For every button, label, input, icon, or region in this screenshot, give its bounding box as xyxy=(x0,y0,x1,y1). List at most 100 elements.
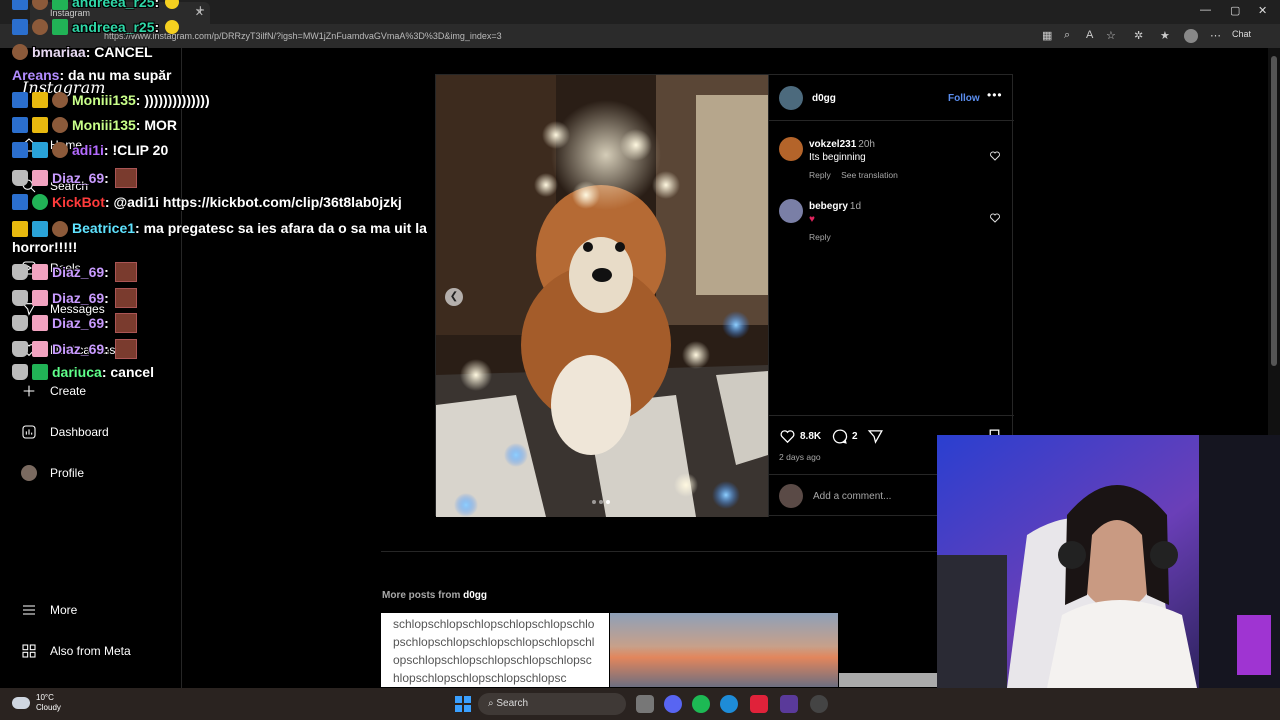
comment-time: 20h xyxy=(858,139,875,150)
more-post-thumbnail[interactable]: schlopschlopschlopschlopschlopschlopschl… xyxy=(381,613,609,687)
extensions-icon[interactable]: ✲ xyxy=(1134,29,1143,42)
author-avatar[interactable] xyxy=(779,86,803,110)
add-comment-input[interactable]: Add a comment... xyxy=(813,491,891,502)
gift-badge-icon xyxy=(32,290,48,306)
chat-message: Diaz_69: xyxy=(12,288,137,308)
settings-more-icon[interactable]: ⋯ xyxy=(1210,29,1221,42)
cloud-icon xyxy=(12,697,30,709)
share-button[interactable] xyxy=(867,428,888,445)
chat-text: !CLIP 20 xyxy=(112,142,169,158)
chat-username[interactable]: Beatrice1 xyxy=(72,220,135,236)
chat-username[interactable]: andreea_r25 xyxy=(72,0,155,10)
more-options-icon[interactable]: ••• xyxy=(987,88,1003,102)
weather-widget[interactable]: 10°C Cloudy xyxy=(12,693,61,713)
cup-badge-icon xyxy=(12,315,28,331)
verified-check-icon xyxy=(32,194,48,210)
url-field[interactable]: https://www.instagram.com/p/DRRzyT3ilfN/… xyxy=(56,27,1036,45)
copilot-chat-button[interactable]: Chat xyxy=(1232,29,1251,39)
moderator-badge-icon xyxy=(12,19,28,35)
taskbar-search[interactable]: ⌕ Search xyxy=(478,693,626,715)
windows-start-icon[interactable] xyxy=(455,696,471,712)
chat-username[interactable]: Diaz_69 xyxy=(52,341,104,357)
spotify-icon[interactable] xyxy=(692,695,710,713)
more-post-thumbnail-partial[interactable] xyxy=(839,673,937,687)
moderator-badge-icon xyxy=(12,117,28,133)
carousel-dots xyxy=(592,500,610,504)
chat-username[interactable]: KickBot xyxy=(52,194,105,210)
verified-badge-icon xyxy=(32,221,48,238)
comment-username[interactable]: bebegry xyxy=(809,201,848,212)
chat-username[interactable]: bmariaa xyxy=(32,44,86,60)
chat-message: andreea_r25: xyxy=(12,0,180,10)
chat-username[interactable]: Diaz_69 xyxy=(52,290,104,306)
streamer-webcam xyxy=(937,435,1280,688)
more-posts-user[interactable]: d0gg xyxy=(463,590,487,601)
crown-badge-icon xyxy=(32,117,48,133)
app-icon[interactable]: ▦ xyxy=(1042,29,1052,42)
file-explorer-icon[interactable] xyxy=(636,695,654,713)
chat-message: andreea_r25: xyxy=(12,19,180,35)
favorite-icon[interactable]: ☆ xyxy=(1106,29,1116,42)
discord-icon[interactable] xyxy=(664,695,682,713)
reply-button[interactable]: Reply xyxy=(809,232,831,242)
post-photo[interactable]: ❮ xyxy=(436,75,768,517)
comment-username[interactable]: vokzel231 xyxy=(809,139,856,150)
sidebar-item-more[interactable]: More xyxy=(20,601,77,619)
subscriber-badge-icon xyxy=(32,0,48,10)
minimize-icon[interactable]: — xyxy=(1200,4,1211,16)
sidebar-item-create[interactable]: Create xyxy=(20,382,86,400)
chat-username[interactable]: andreea_r25 xyxy=(72,19,155,35)
comment-actions: Reply See translation xyxy=(809,170,906,180)
chat-message: bmariaa: CANCEL xyxy=(12,44,153,60)
favorites-icon[interactable]: ★ xyxy=(1160,29,1170,42)
comment-author[interactable]: bebegry 1d xyxy=(809,201,861,212)
sidebar-item-profile[interactable]: Profile xyxy=(20,464,84,482)
comment-count: 2 xyxy=(852,431,858,442)
sidebar-item-also-from-meta[interactable]: Also from Meta xyxy=(20,642,131,660)
twitch-icon[interactable] xyxy=(780,695,798,713)
chat-username[interactable]: adi1i xyxy=(72,142,104,158)
app-red-icon[interactable] xyxy=(750,695,768,713)
chat-text: @adi1i https://kickbot.com/clip/36t8lab0… xyxy=(113,194,402,210)
see-translation-button[interactable]: See translation xyxy=(841,170,898,180)
sidebar-item-dashboard[interactable]: Dashboard xyxy=(20,423,109,441)
carousel-prev-button[interactable]: ❮ xyxy=(445,288,463,306)
new-tab-icon[interactable]: + xyxy=(196,2,205,19)
scroll-thumb[interactable] xyxy=(1271,56,1277,366)
zoom-icon[interactable]: ⌕ xyxy=(1064,29,1070,42)
more-post-thumbnail-sky[interactable] xyxy=(610,613,838,687)
comment-time: 1d xyxy=(849,201,862,212)
cup-badge-icon xyxy=(12,264,28,280)
comment-button[interactable]: 2 xyxy=(831,428,858,445)
commenter-avatar[interactable] xyxy=(779,199,803,223)
like-button[interactable]: 8.8K xyxy=(779,428,821,445)
chat-message: Diaz_69: xyxy=(12,168,137,188)
chat-username[interactable]: Diaz_69 xyxy=(52,315,104,331)
gift-badge-icon xyxy=(32,341,48,357)
comment-author[interactable]: vokzel231 20h xyxy=(809,139,875,150)
browser-profile-avatar[interactable] xyxy=(1184,29,1198,43)
close-window-icon[interactable]: ✕ xyxy=(1258,4,1267,17)
chat-message: KickBot: @adi1i https://kickbot.com/clip… xyxy=(12,194,402,210)
like-comment-icon[interactable] xyxy=(989,149,1001,167)
like-comment-icon[interactable] xyxy=(989,211,1001,229)
follow-button[interactable]: Follow xyxy=(948,93,980,104)
maximize-icon[interactable]: ▢ xyxy=(1230,4,1240,17)
chat-username[interactable]: Moniii135 xyxy=(72,92,136,108)
comment-actions: Reply xyxy=(809,232,839,242)
author-username[interactable]: d0gg xyxy=(812,93,836,104)
comment-icon xyxy=(832,429,848,444)
read-aloud-icon[interactable]: A xyxy=(1086,29,1093,41)
cup-badge-icon xyxy=(12,170,28,186)
commenter-avatar[interactable] xyxy=(779,137,803,161)
profile-avatar-icon xyxy=(20,464,38,482)
chat-username[interactable]: Moniii135 xyxy=(72,117,136,133)
edge-icon[interactable] xyxy=(720,695,738,713)
chat-username[interactable]: Diaz_69 xyxy=(52,170,104,186)
obs-icon[interactable] xyxy=(810,695,828,713)
reply-button[interactable]: Reply xyxy=(809,170,831,180)
chat-username[interactable]: Diaz_69 xyxy=(52,264,104,280)
chat-username[interactable]: Areans xyxy=(12,67,59,83)
chat-username[interactable]: dariuca xyxy=(52,364,102,380)
dashboard-icon xyxy=(20,423,38,441)
